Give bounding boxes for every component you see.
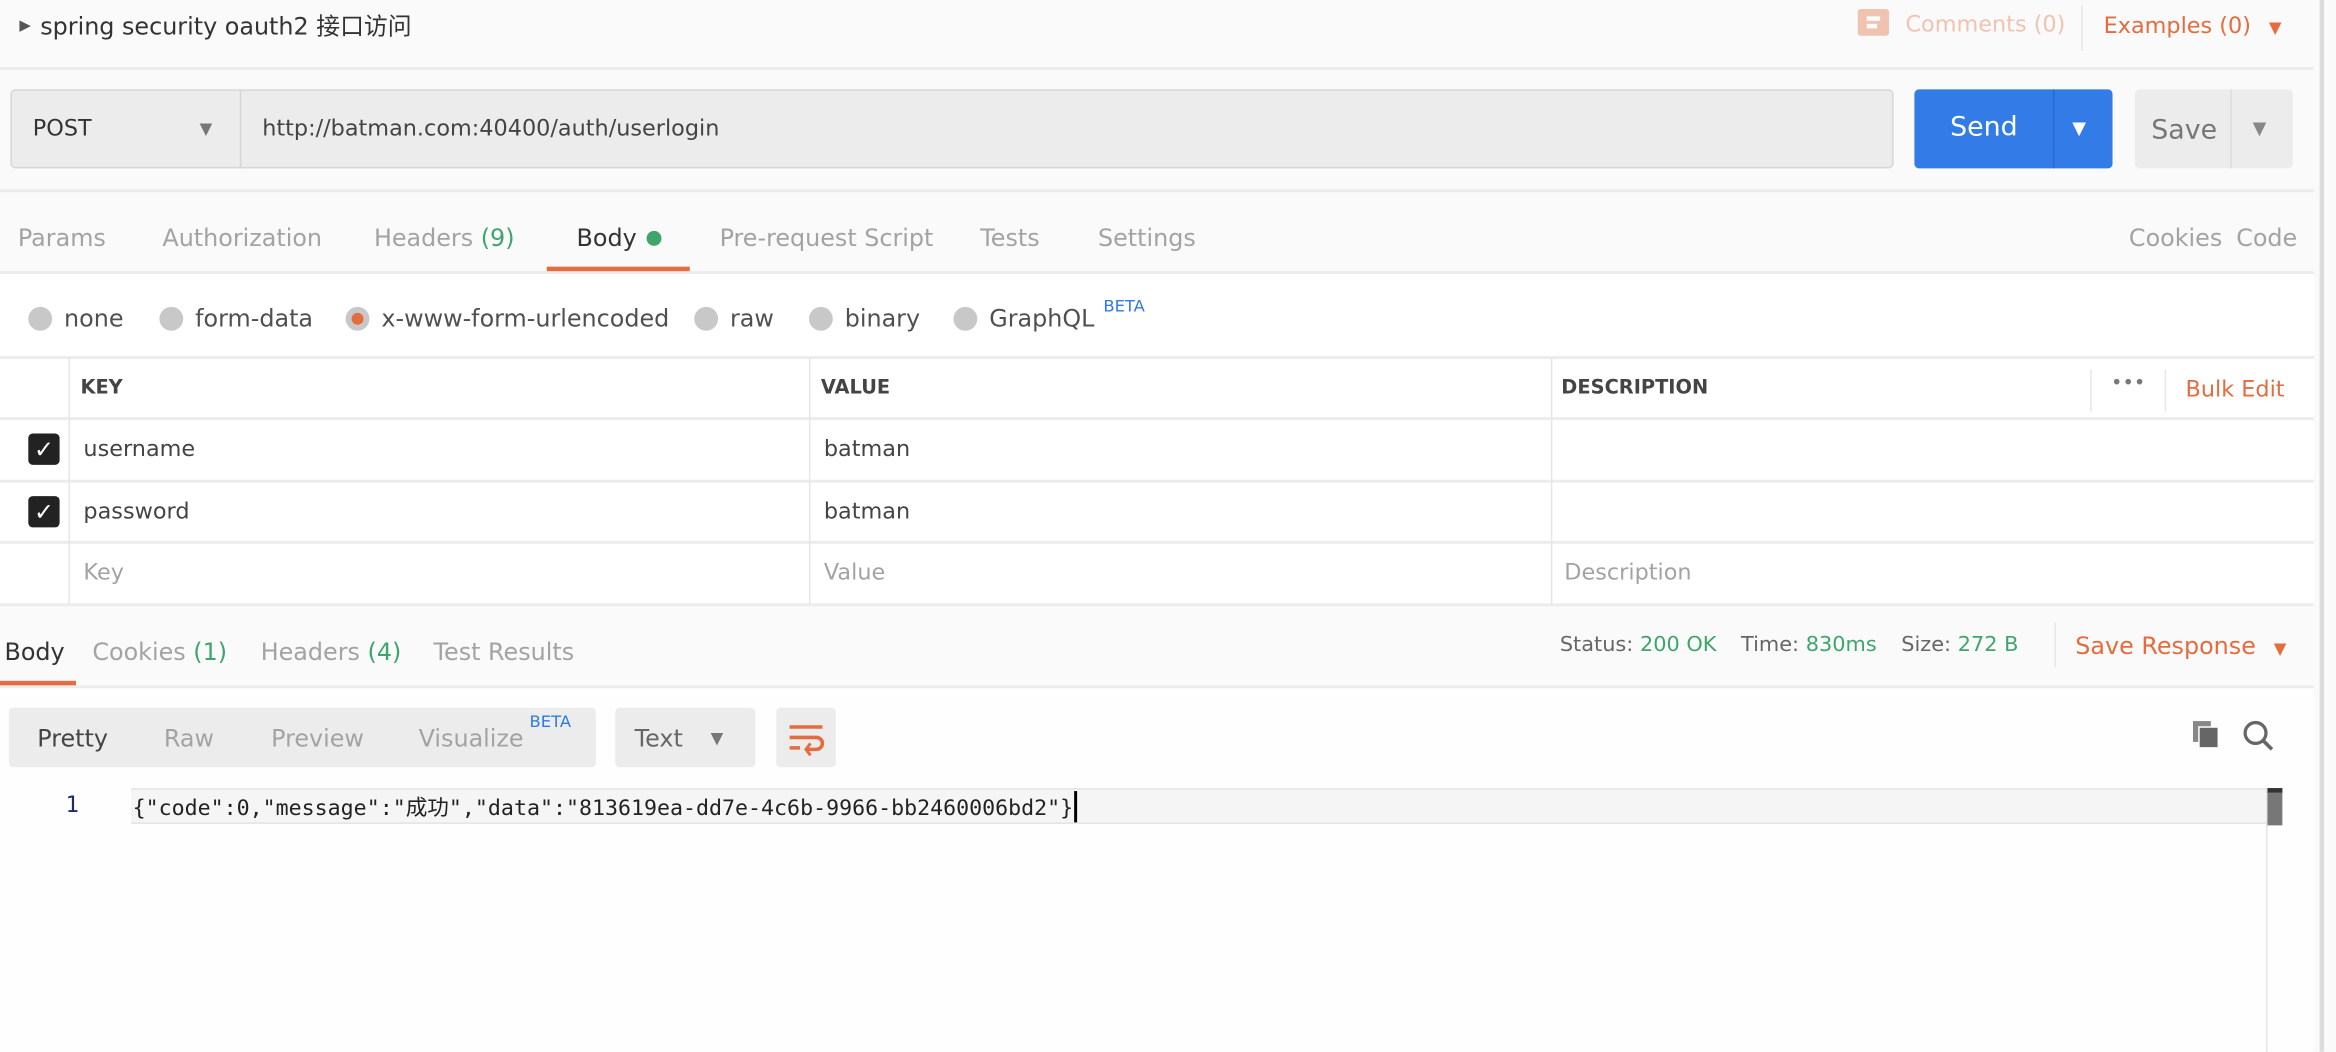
copy-icon[interactable] (2191, 720, 2221, 756)
response-tab-body[interactable]: Body (4, 638, 64, 666)
status-value: 200 OK (1639, 633, 1717, 658)
examples-dropdown[interactable]: Examples (0) ▼ (2104, 12, 2282, 39)
status-label: Status: (1559, 633, 1634, 658)
column-header-key: KEY (80, 376, 123, 400)
tab-label: Headers (373, 223, 474, 252)
radio-label: binary (844, 303, 921, 333)
examples-label: Examples (0) (2103, 11, 2251, 39)
radio-raw[interactable]: raw (694, 304, 774, 332)
editor-scrollbar[interactable] (2265, 788, 2285, 1052)
new-description-input[interactable]: Description (1564, 559, 1691, 586)
view-visualize-button[interactable]: VisualizeBETA (418, 712, 571, 753)
radio-graphql[interactable]: GraphQL BETA (953, 296, 1145, 333)
format-select[interactable]: Text ▼ (615, 707, 756, 768)
param-value[interactable]: batman (824, 435, 910, 462)
chevron-down-icon: ▼ (2268, 17, 2282, 38)
save-response-dropdown[interactable]: Save Response ▼ (2075, 632, 2286, 660)
row-checkbox-checked[interactable]: ✓ (28, 433, 60, 465)
chevron-down-icon: ▼ (710, 728, 724, 748)
tab-settings[interactable]: Settings (1098, 223, 1196, 251)
format-label: Text (634, 724, 683, 753)
new-key-input[interactable]: Key (83, 559, 124, 586)
send-options-chevron-icon[interactable]: ▼ (2072, 118, 2086, 139)
line-number: 1 (65, 791, 80, 818)
tab-body[interactable]: Body (576, 223, 663, 252)
url-input[interactable]: http://batman.com:40400/auth/userlogin (262, 115, 719, 142)
radio-label: x-www-form-urlencoded (381, 303, 670, 333)
tab-pre-request-script[interactable]: Pre-request Script (720, 223, 934, 251)
save-options-chevron-icon[interactable]: ▼ (2253, 118, 2267, 139)
beta-badge: BETA (529, 712, 572, 732)
tab-label: Headers (260, 637, 360, 666)
response-tab-test-results[interactable]: Test Results (434, 638, 575, 666)
tab-tests[interactable]: Tests (980, 223, 1039, 251)
method-select[interactable]: POST ▼ (10, 89, 242, 169)
param-key[interactable]: password (83, 498, 189, 525)
radio-binary[interactable]: binary (808, 303, 921, 333)
wrap-lines-icon (789, 725, 825, 757)
column-header-description: DESCRIPTION (1561, 376, 1709, 400)
radio-label: raw (730, 303, 774, 333)
radio-form-data[interactable]: form-data (159, 304, 313, 332)
bulk-edit-link[interactable]: Bulk Edit (2186, 375, 2285, 402)
collapse-caret-icon[interactable]: ▶ (19, 18, 30, 34)
send-button[interactable]: Send ▼ (1914, 89, 2113, 169)
new-value-input[interactable]: Value (824, 559, 885, 586)
wrap-lines-button[interactable] (776, 707, 836, 768)
radio-icon (808, 306, 833, 330)
radio-none[interactable]: none (28, 303, 124, 333)
tab-headers[interactable]: Headers (9) (374, 223, 515, 251)
radio-icon (694, 306, 719, 330)
save-response-label: Save Response (2075, 631, 2256, 660)
comments-link[interactable]: Comments (0) (1905, 10, 2065, 37)
tab-params[interactable]: Params (18, 223, 106, 251)
row-checkbox-checked[interactable]: ✓ (28, 496, 60, 528)
tab-count: (1) (193, 637, 228, 666)
view-raw-button[interactable]: Raw (164, 724, 214, 752)
comment-icon[interactable] (1857, 8, 1890, 36)
response-tab-headers[interactable]: Headers (4) (261, 638, 402, 666)
tab-label: Body (576, 223, 637, 252)
radio-x-www-form-urlencoded[interactable]: x-www-form-urlencoded (345, 303, 670, 333)
code-link[interactable]: Code (2236, 223, 2297, 251)
view-label: Visualize (418, 724, 524, 753)
request-title[interactable]: spring security oauth2 接口访问 (40, 6, 411, 42)
tab-count: (9) (480, 223, 515, 252)
radio-icon (28, 306, 53, 330)
response-meta: Status: 200 OK Time: 830ms Size: 272 B (1560, 633, 2019, 657)
view-pretty-button[interactable]: Pretty (37, 724, 108, 752)
radio-label: GraphQL (989, 303, 1095, 333)
tab-count: (4) (367, 637, 402, 666)
method-label: POST (32, 114, 92, 142)
radio-icon (159, 306, 184, 330)
beta-badge: BETA (1103, 296, 1145, 316)
param-value[interactable]: batman (824, 498, 910, 525)
body-indicator-dot-icon (647, 230, 663, 246)
column-header-value: VALUE (820, 376, 891, 400)
time-label: Time: (1740, 633, 1800, 658)
send-label: Send (1950, 111, 2018, 144)
response-code-line[interactable]: {"code":0,"message":"成功","data":"813619e… (133, 791, 1078, 823)
response-tab-cookies[interactable]: Cookies (1) (92, 638, 227, 666)
size-label: Size: (1901, 633, 1952, 658)
save-label: Save (2151, 114, 2218, 147)
param-key[interactable]: username (83, 435, 195, 462)
view-preview-button[interactable]: Preview (271, 724, 364, 752)
radio-label: none (64, 303, 124, 333)
more-options-icon[interactable]: ••• (2111, 372, 2145, 394)
radio-selected-icon (345, 306, 370, 330)
tab-authorization[interactable]: Authorization (162, 223, 322, 251)
postman-request-editor: ▶ spring security oauth2 接口访问 Comments (… (0, 0, 2336, 1052)
tab-label: Cookies (92, 637, 186, 666)
radio-label: form-data (195, 303, 314, 333)
size-value: 272 B (1957, 633, 2019, 658)
time-value: 830ms (1805, 633, 1877, 658)
chevron-down-icon: ▼ (199, 119, 213, 139)
chevron-down-icon: ▼ (2273, 639, 2287, 659)
cookies-link[interactable]: Cookies (2129, 223, 2222, 251)
save-button[interactable]: Save ▼ (2134, 89, 2293, 169)
window-scrollbar[interactable] (2319, 0, 2325, 1052)
radio-icon (953, 306, 978, 330)
search-icon[interactable] (2242, 720, 2275, 759)
